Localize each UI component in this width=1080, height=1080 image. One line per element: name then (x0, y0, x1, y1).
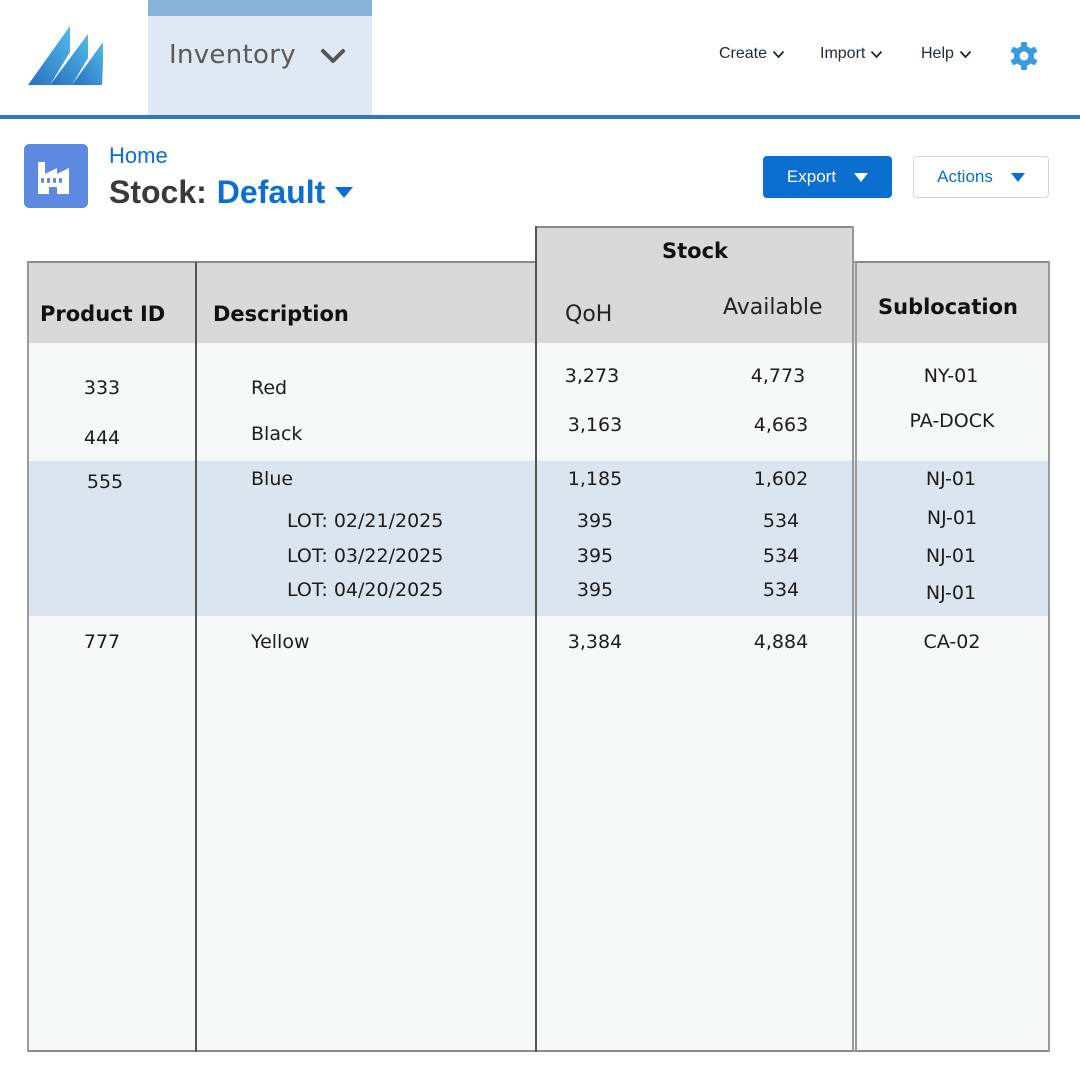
app-switcher-tab[interactable]: Inventory (148, 0, 372, 115)
caret-down-icon (1010, 172, 1025, 182)
row-555-qoh: 1,185 (567, 468, 623, 490)
row-333-product-id[interactable]: 333 (84, 377, 120, 399)
export-button[interactable]: Export (763, 156, 892, 198)
lot-row-sublocation: NJ-01 (925, 545, 977, 567)
factory-icon (24, 144, 88, 208)
nav-menu-import-label: Import (820, 45, 866, 62)
nav-menu-import[interactable]: Import (820, 45, 883, 63)
actions-button-label: Actions (937, 167, 993, 186)
border (1048, 261, 1050, 1052)
chevron-down-icon (871, 50, 883, 58)
nav-menu-create-label: Create (719, 45, 768, 62)
row-333-available: 4,773 (750, 365, 806, 387)
row-777-product-id[interactable]: 777 (84, 631, 120, 653)
row-444-available: 4,663 (753, 414, 809, 436)
lot-row-available: 534 (762, 579, 800, 601)
row-444-qoh: 3,163 (567, 414, 623, 436)
lot-row-description: LOT: 04/20/2025 (287, 579, 444, 601)
lot-row-qoh: 395 (576, 510, 614, 532)
row-333-qoh: 3,273 (564, 365, 620, 387)
row-777-qoh: 3,384 (567, 631, 623, 653)
header-left (28, 262, 536, 343)
row-555-sublocation: NJ-01 (925, 468, 977, 490)
row-777-sublocation: CA-02 (923, 631, 981, 653)
header-stock-group (536, 226, 854, 343)
border (27, 261, 29, 1052)
border (854, 261, 1050, 263)
lot-row-description: LOT: 02/21/2025 (287, 510, 444, 532)
breadcrumb-home[interactable]: Home (109, 143, 168, 169)
export-button-label: Export (786, 167, 837, 186)
object-label: Stock: (109, 174, 207, 210)
column-divider[interactable] (195, 262, 197, 1052)
row-444-sublocation: PA-DOCK (909, 410, 995, 432)
column-divider[interactable] (852, 226, 854, 1052)
row-555-description: Blue (251, 468, 294, 490)
column-header-product-id[interactable]: Product ID (40, 302, 165, 326)
lot-row-available: 534 (762, 510, 800, 532)
border (28, 261, 536, 263)
row-555-available: 1,602 (753, 468, 809, 490)
row-333-sublocation: NY-01 (923, 365, 979, 387)
lot-row-sublocation: NJ-01 (925, 582, 977, 604)
column-header-available[interactable]: Available (723, 295, 823, 320)
lot-row-qoh: 395 (576, 545, 614, 567)
row-555-product-id[interactable]: 555 (87, 471, 123, 493)
column-divider[interactable] (535, 226, 537, 1052)
column-header-sublocation[interactable]: Sublocation (878, 295, 1018, 319)
lot-row-description: LOT: 03/22/2025 (287, 545, 444, 567)
row-333-description: Red (251, 377, 288, 399)
nav-menu-create[interactable]: Create (719, 45, 785, 63)
lot-row-qoh: 395 (576, 579, 614, 601)
gear-icon[interactable] (1009, 41, 1039, 71)
column-header-qoh[interactable]: QoH (565, 302, 612, 327)
row-777-available: 4,884 (753, 631, 809, 653)
chevron-down-icon[interactable] (320, 46, 346, 66)
actions-button[interactable]: Actions (913, 156, 1049, 198)
page-title: Stock: Default (109, 174, 354, 211)
lot-row-available: 534 (762, 545, 800, 567)
table-body (28, 343, 1050, 1051)
header-sublocation (854, 262, 1050, 343)
row-444-description: Black (251, 423, 303, 445)
column-group-header-stock: Stock (661, 239, 729, 263)
list-view-selector[interactable]: Default (217, 174, 325, 210)
border (536, 226, 854, 228)
caret-down-icon (854, 172, 869, 182)
row-444-product-id[interactable]: 444 (84, 427, 120, 449)
chevron-down-icon (772, 50, 785, 58)
highlighted-row-band (28, 461, 1050, 616)
chevron-down-icon (959, 50, 972, 58)
app-logo-icon[interactable] (26, 24, 104, 86)
nav-menu-help[interactable]: Help (921, 45, 972, 63)
border (28, 1050, 1050, 1052)
caret-down-icon[interactable] (335, 187, 354, 198)
column-header-description[interactable]: Description (213, 302, 349, 326)
lot-row-sublocation: NJ-01 (926, 507, 978, 529)
column-divider[interactable] (855, 262, 857, 1052)
row-777-description: Yellow (251, 631, 310, 653)
app-name: Inventory (169, 40, 296, 70)
top-nav-bar: Inventory Create Import Help (0, 0, 1080, 119)
nav-menu-help-label: Help (921, 45, 954, 62)
